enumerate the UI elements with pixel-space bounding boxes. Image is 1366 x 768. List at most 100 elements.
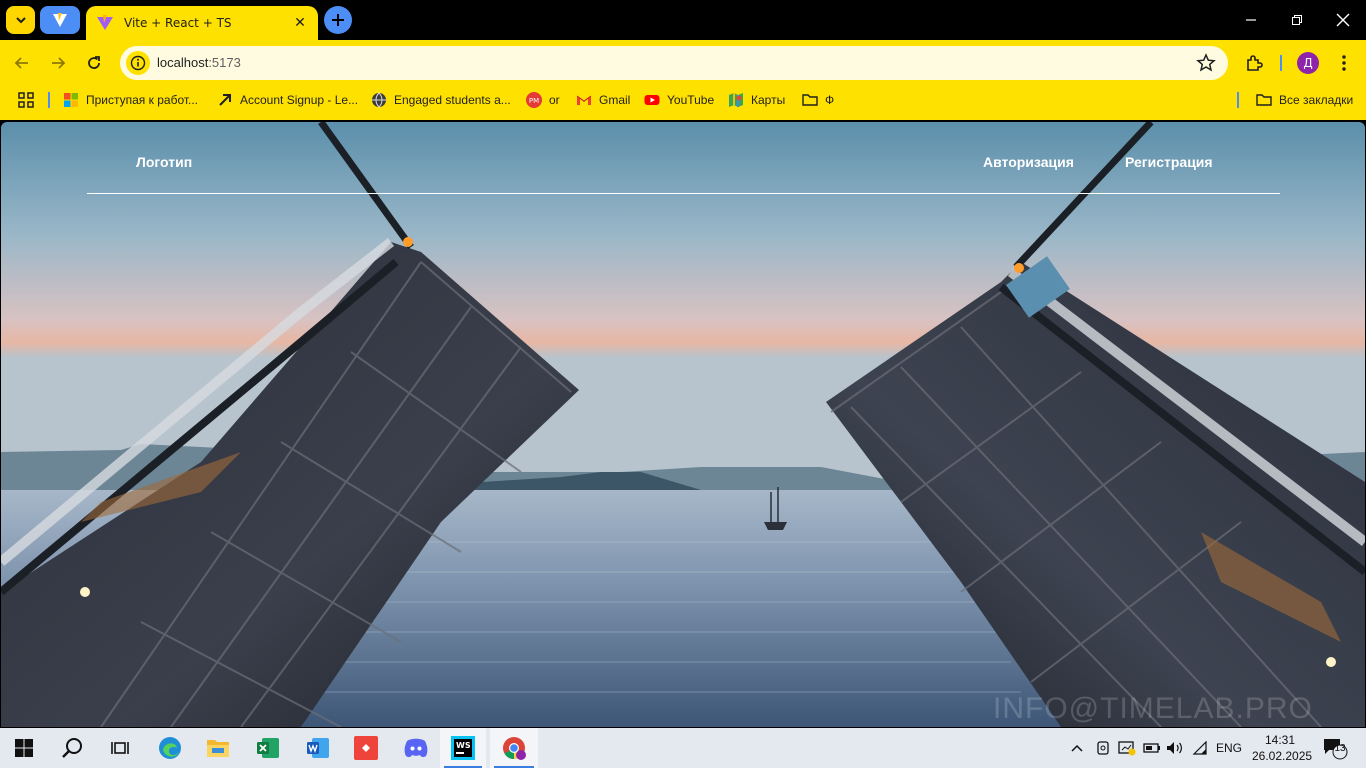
bookmark-label: Ф (825, 93, 835, 107)
wifi-icon (1192, 741, 1207, 755)
taskbar: WS ENG 14:31 26.02.2025 13 (0, 728, 1366, 768)
new-tab-button[interactable] (324, 6, 352, 34)
maps-icon (729, 93, 743, 107)
browser-toolbar: localhost:5173 Д (0, 40, 1366, 86)
login-link[interactable]: Авторизация (983, 154, 1074, 170)
site-logo[interactable]: Логотип (136, 154, 192, 170)
close-window-button[interactable] (1320, 0, 1366, 40)
taskbar-chrome[interactable] (490, 728, 538, 768)
task-view-icon (111, 742, 129, 754)
task-view-button[interactable] (96, 728, 144, 768)
url-port: :5173 (208, 55, 241, 70)
taskbar-search-button[interactable] (48, 728, 96, 768)
bookmark-item[interactable]: Account Signup - Le... (217, 86, 358, 114)
taskbar-discord[interactable] (392, 728, 440, 768)
tab-title: Vite + React + TS (124, 16, 232, 30)
taskbar-edge[interactable] (146, 728, 194, 768)
register-link[interactable]: Регистрация (1125, 154, 1213, 170)
taskbar-excel[interactable] (244, 728, 292, 768)
pm-icon: PM (526, 92, 542, 108)
menu-button[interactable] (1331, 50, 1357, 76)
tab-close-icon[interactable]: ✕ (292, 15, 308, 31)
bookmark-item[interactable]: Приступая к работ... (63, 86, 198, 114)
bookmark-item[interactable]: YouTube (644, 86, 714, 114)
microsoft-icon (64, 93, 78, 107)
tray-volume-icon[interactable] (1166, 728, 1184, 768)
bookmark-label: Account Signup - Le... (240, 93, 359, 107)
clock-time: 14:31 (1264, 733, 1296, 747)
bookmark-label: or (549, 93, 560, 107)
bookmark-label: Карты (751, 93, 786, 107)
vite-logo-icon (53, 13, 67, 27)
back-button[interactable] (8, 49, 36, 77)
tab-active[interactable]: Vite + React + TS ✕ (86, 6, 318, 40)
tray-language[interactable]: ENG (1216, 728, 1242, 768)
discord-icon (404, 738, 428, 758)
address-url: localhost:5173 (157, 46, 241, 80)
tray-security-icon[interactable] (1118, 728, 1136, 768)
start-button[interactable] (0, 728, 48, 768)
taskbar-anydesk[interactable] (342, 728, 390, 768)
notification-center-button[interactable]: 13 (1322, 728, 1348, 768)
profile-button[interactable]: Д (1295, 50, 1321, 76)
taskbar-file-explorer[interactable] (194, 728, 242, 768)
address-bar[interactable]: localhost:5173 (120, 46, 1228, 80)
chevron-down-icon (15, 17, 26, 24)
bookmark-item[interactable]: PM or (526, 86, 560, 114)
bookmark-label: Приступая к работ... (86, 93, 199, 107)
search-icon (62, 738, 82, 758)
tab-strip: Vite + React + TS ✕ (0, 0, 1366, 40)
webstorm-icon: WS (451, 736, 475, 760)
bookmark-label: YouTube (667, 93, 715, 107)
tray-meet-icon[interactable] (1096, 728, 1110, 768)
chrome-icon (503, 737, 526, 760)
bookmark-folder[interactable]: Ф (802, 86, 834, 114)
bookmarks-bar: Приступая к работ... Account Signup - Le… (0, 86, 1366, 120)
restore-button[interactable] (1274, 0, 1320, 40)
apps-button[interactable] (18, 86, 41, 114)
site-info-icon[interactable] (126, 51, 150, 75)
avatar: Д (1297, 52, 1319, 74)
bookmark-label: Engaged students a... (394, 93, 511, 107)
device-icon (1097, 741, 1109, 755)
plus-icon (332, 14, 344, 26)
tab-search-button[interactable] (6, 6, 35, 34)
bookmarks-separator (1237, 92, 1239, 108)
chevron-up-icon (1071, 744, 1083, 752)
puzzle-icon (1247, 55, 1263, 71)
bookmark-item[interactable]: Engaged students a... (371, 86, 511, 114)
restore-icon (1292, 15, 1302, 25)
reload-button[interactable] (80, 49, 108, 77)
close-icon (1336, 13, 1350, 27)
video-watermark: INFO@TIMELAB.PRO (993, 692, 1313, 725)
globe-icon (372, 92, 386, 108)
anydesk-icon (354, 736, 378, 760)
tray-network-icon[interactable] (1192, 728, 1208, 768)
forward-button[interactable] (44, 49, 72, 77)
extensions-button[interactable] (1241, 50, 1267, 76)
clock-date: 26.02.2025 (1252, 749, 1313, 763)
apps-grid-icon (18, 92, 34, 108)
header-divider (87, 193, 1280, 194)
taskbar-webstorm[interactable]: WS (440, 728, 486, 768)
bookmark-item[interactable]: Gmail (576, 86, 630, 114)
bookmark-item[interactable]: Карты (728, 86, 785, 114)
site-header: Логотип Авторизация Регистрация (1, 122, 1365, 202)
bookmark-star-icon[interactable] (1196, 53, 1216, 73)
tray-overflow-button[interactable] (1070, 728, 1084, 768)
notification-count: 13 (1334, 743, 1346, 754)
toolbar-separator (1280, 55, 1282, 71)
tray-clock[interactable]: 14:31 26.02.2025 (1252, 732, 1313, 764)
arrow-left-icon (14, 57, 28, 69)
gmail-icon (576, 95, 592, 105)
minimize-icon (1246, 19, 1256, 21)
shield-warning-icon (1118, 741, 1136, 756)
taskbar-word[interactable] (294, 728, 342, 768)
all-bookmarks-button[interactable]: Все закладки (1256, 86, 1353, 114)
file-explorer-icon (207, 740, 229, 757)
battery-icon (1143, 743, 1160, 753)
tray-battery-icon[interactable] (1143, 728, 1161, 768)
tab-group-chip[interactable] (40, 6, 80, 34)
svg-text:PM: PM (529, 97, 539, 105)
minimize-button[interactable] (1228, 0, 1274, 40)
